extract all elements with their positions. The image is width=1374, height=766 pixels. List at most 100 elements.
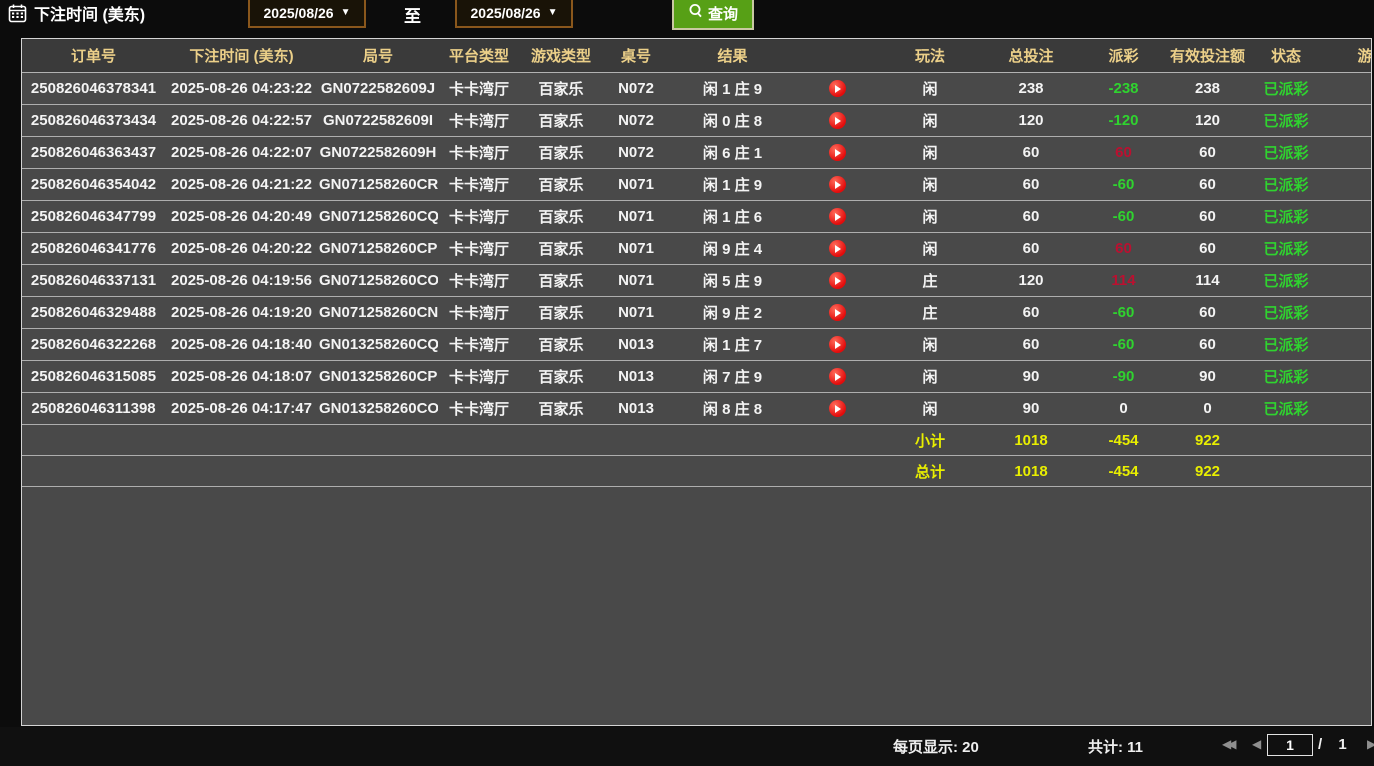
cell-play: 闲 — [880, 393, 980, 425]
cell-game-detail — [1322, 297, 1372, 329]
replay-play-icon[interactable] — [829, 304, 846, 321]
replay-play-icon[interactable] — [829, 368, 846, 385]
cell-game-detail — [1322, 137, 1372, 169]
cell-platform: 卡卡湾厅 — [438, 137, 520, 169]
col-header-order-id: 订单号 — [22, 39, 165, 73]
replay-play-icon[interactable] — [829, 112, 846, 129]
cell-total-bet: 60 — [980, 329, 1082, 361]
cell-round-id: GN013258260CO — [318, 393, 438, 425]
cell-replay — [795, 233, 880, 265]
table-row: 250826046311398 2025-08-26 04:17:47 GN01… — [22, 393, 1372, 425]
cell-payout: -120 — [1082, 105, 1165, 137]
table-row: 250826046315085 2025-08-26 04:18:07 GN01… — [22, 361, 1372, 393]
bet-records-table-wrap: 订单号 下注时间 (美东) 局号 平台类型 游戏类型 桌号 结果 玩法 总投注 … — [21, 38, 1372, 726]
cell-round-id: GN071258260CN — [318, 297, 438, 329]
table-row: 250826046322268 2025-08-26 04:18:40 GN01… — [22, 329, 1372, 361]
subtotal-row: 小计 1018 -454 922 — [22, 425, 1372, 456]
cell-game-type: 百家乐 — [520, 233, 602, 265]
cell-replay — [795, 105, 880, 137]
cell-order-id: 250826046329488 — [22, 297, 165, 329]
cell-result: 闲 9 庄 4 — [670, 233, 795, 265]
cell-play: 闲 — [880, 169, 980, 201]
cell-valid-bet: 60 — [1165, 233, 1250, 265]
cell-play: 闲 — [880, 361, 980, 393]
query-button-label: 查询 — [708, 3, 738, 24]
replay-play-icon[interactable] — [829, 336, 846, 353]
total-count-label: 共计: 11 — [1088, 736, 1143, 757]
replay-play-icon[interactable] — [829, 176, 846, 193]
cell-result: 闲 5 庄 9 — [670, 265, 795, 297]
status-badge: 已派彩 — [1250, 297, 1322, 329]
replay-play-icon[interactable] — [829, 272, 846, 289]
date-to-select[interactable]: 2025/08/26 ▼ — [455, 0, 573, 28]
cell-result: 闲 7 庄 9 — [670, 361, 795, 393]
cell-game-detail — [1322, 105, 1372, 137]
replay-play-icon[interactable] — [829, 240, 846, 257]
table-row: 250826046347799 2025-08-26 04:20:49 GN07… — [22, 201, 1372, 233]
cell-payout: -60 — [1082, 169, 1165, 201]
cell-table-no: N071 — [602, 265, 670, 297]
page-number-input[interactable] — [1267, 734, 1313, 756]
date-range-to-label: 至 — [404, 2, 421, 27]
next-page-icon[interactable]: ▶ — [1367, 737, 1374, 751]
bet-time-filter-label: 下注时间 (美东) — [8, 1, 145, 25]
cell-valid-bet: 238 — [1165, 73, 1250, 105]
replay-play-icon[interactable] — [829, 144, 846, 161]
cell-bet-time: 2025-08-26 04:18:40 — [165, 329, 318, 361]
first-page-icon[interactable]: ◀◀ — [1222, 737, 1232, 751]
cell-round-id: GN071258260CQ — [318, 201, 438, 233]
cell-payout: -60 — [1082, 329, 1165, 361]
cell-round-id: GN071258260CO — [318, 265, 438, 297]
total-row: 总计 1018 -454 922 — [22, 456, 1372, 487]
cell-result: 闲 0 庄 8 — [670, 105, 795, 137]
subtotal-label: 小计 — [880, 425, 980, 456]
cell-play: 闲 — [880, 105, 980, 137]
cell-table-no: N071 — [602, 233, 670, 265]
col-header-result: 结果 — [670, 39, 795, 73]
cell-result: 闲 6 庄 1 — [670, 137, 795, 169]
cell-payout: 0 — [1082, 393, 1165, 425]
status-badge: 已派彩 — [1250, 233, 1322, 265]
status-badge: 已派彩 — [1250, 105, 1322, 137]
cell-result: 闲 1 庄 7 — [670, 329, 795, 361]
cell-platform: 卡卡湾厅 — [438, 297, 520, 329]
cell-game-type: 百家乐 — [520, 297, 602, 329]
table-row: 250826046341776 2025-08-26 04:20:22 GN07… — [22, 233, 1372, 265]
cell-game-detail — [1322, 201, 1372, 233]
cell-replay — [795, 361, 880, 393]
cell-round-id: GN071258260CP — [318, 233, 438, 265]
cell-bet-time: 2025-08-26 04:22:57 — [165, 105, 318, 137]
cell-result: 闲 1 庄 6 — [670, 201, 795, 233]
date-to-value: 2025/08/26 — [471, 5, 541, 21]
total-label: 总计 — [880, 456, 980, 487]
calendar-icon — [8, 4, 27, 23]
total-payout: -454 — [1082, 456, 1165, 487]
cell-bet-time: 2025-08-26 04:23:22 — [165, 73, 318, 105]
cell-total-bet: 238 — [980, 73, 1082, 105]
cell-game-detail — [1322, 329, 1372, 361]
pagination-footer: 每页显示: 20 共计: 11 ◀◀ ◀ / 1 ▶ — [0, 727, 1374, 766]
cell-play: 庄 — [880, 265, 980, 297]
cell-total-bet: 60 — [980, 201, 1082, 233]
cell-round-id: GN071258260CR — [318, 169, 438, 201]
replay-play-icon[interactable] — [829, 80, 846, 97]
prev-page-icon[interactable]: ◀ — [1252, 737, 1261, 751]
cell-order-id: 250826046311398 — [22, 393, 165, 425]
cell-total-bet: 120 — [980, 265, 1082, 297]
date-from-select[interactable]: 2025/08/26 ▼ — [248, 0, 366, 28]
query-button[interactable]: 查询 — [672, 0, 754, 30]
cell-replay — [795, 297, 880, 329]
total-valid-bet: 922 — [1165, 456, 1250, 487]
page-total-label: / 1 — [1318, 736, 1353, 753]
col-header-status: 状态 — [1250, 39, 1322, 73]
cell-total-bet: 60 — [980, 169, 1082, 201]
cell-play: 闲 — [880, 73, 980, 105]
cell-play: 闲 — [880, 329, 980, 361]
replay-play-icon[interactable] — [829, 208, 846, 225]
cell-game-detail — [1322, 393, 1372, 425]
cell-platform: 卡卡湾厅 — [438, 73, 520, 105]
cell-platform: 卡卡湾厅 — [438, 265, 520, 297]
replay-play-icon[interactable] — [829, 400, 846, 417]
cell-platform: 卡卡湾厅 — [438, 233, 520, 265]
cell-valid-bet: 114 — [1165, 265, 1250, 297]
